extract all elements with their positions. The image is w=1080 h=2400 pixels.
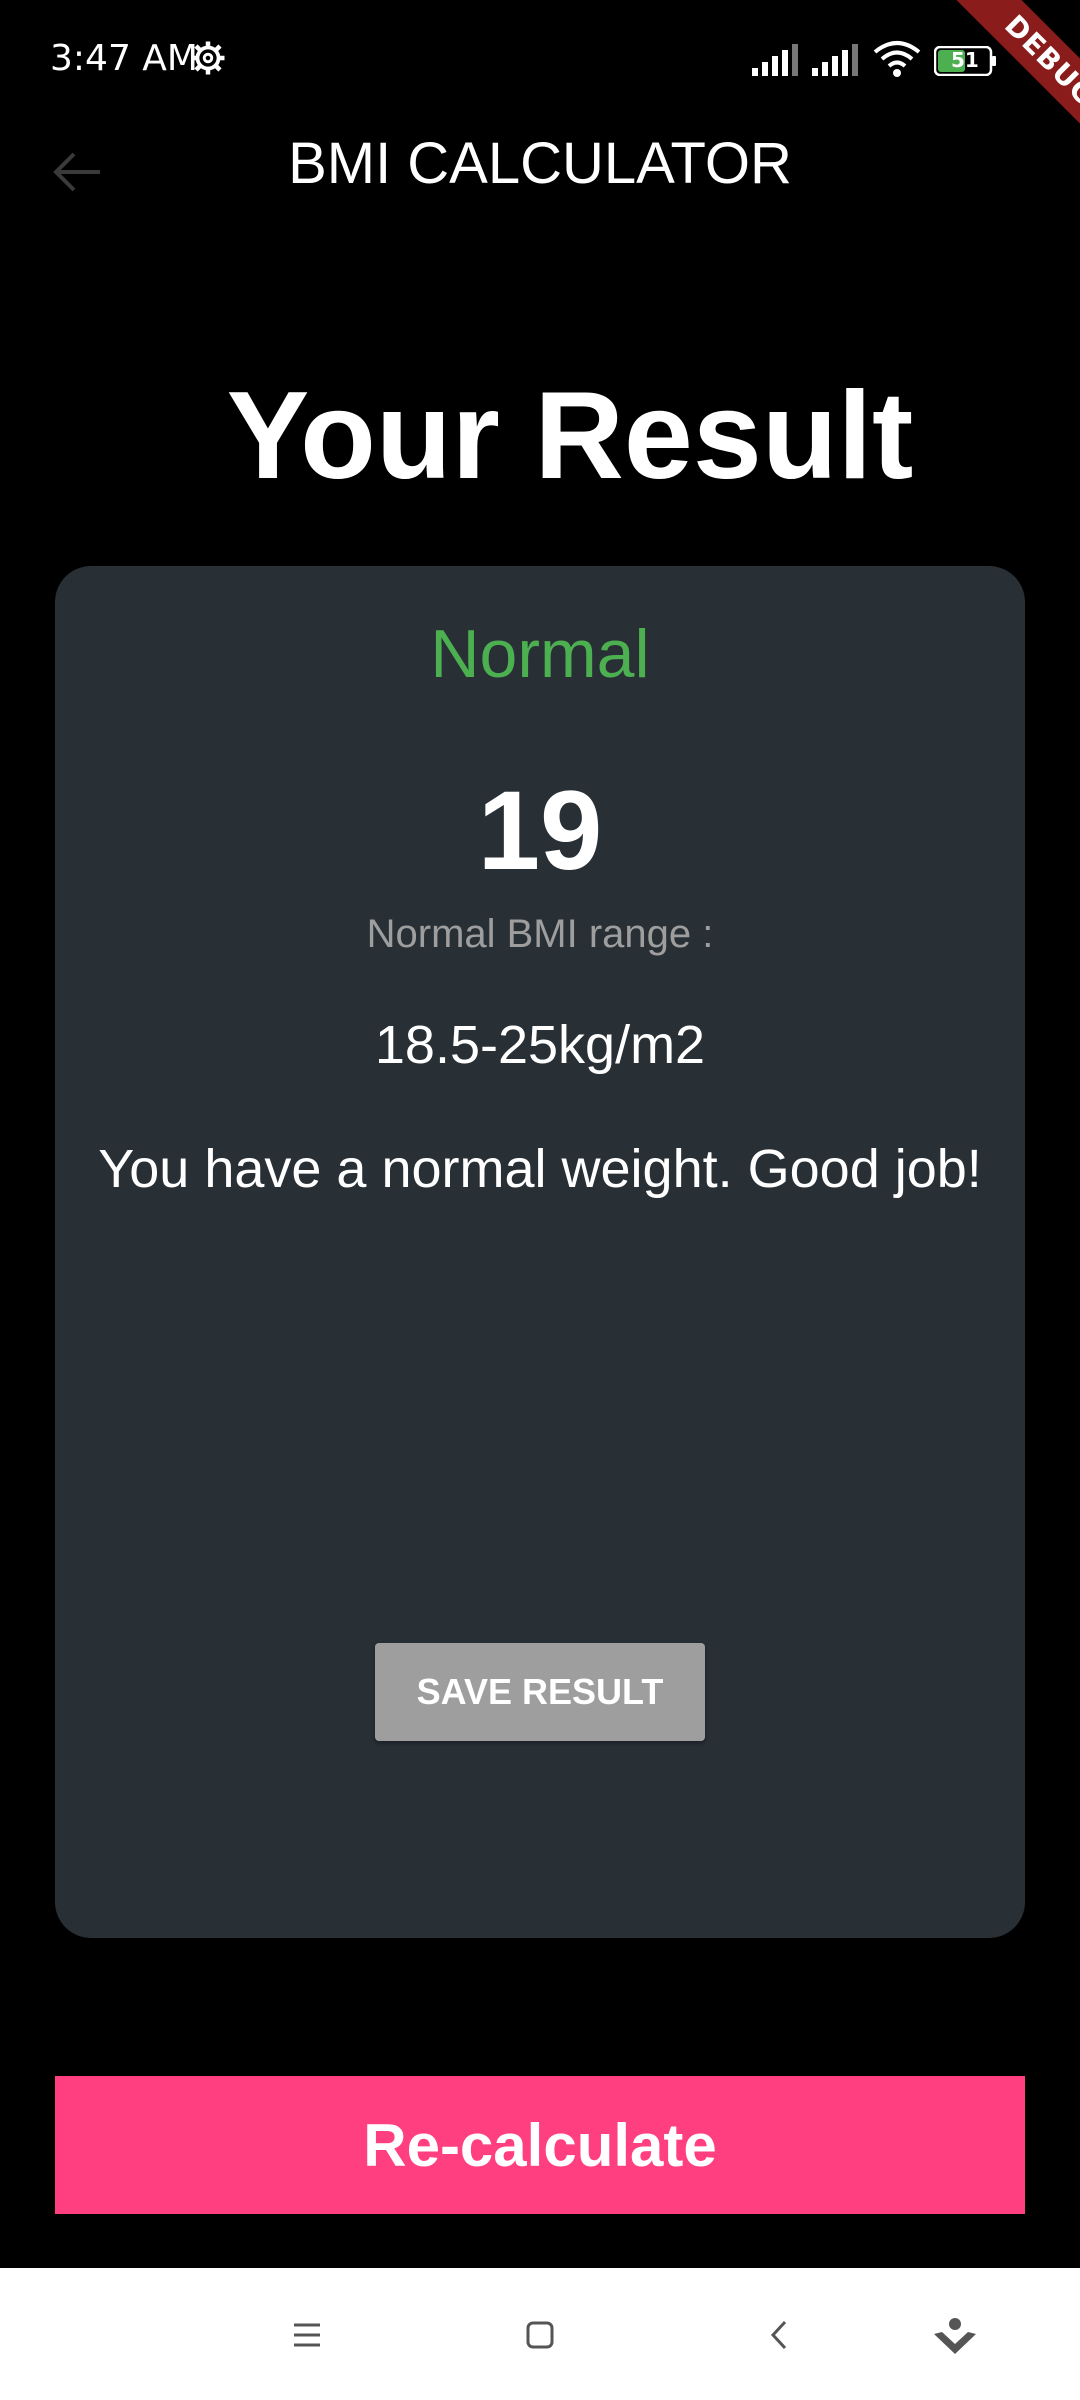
settings-gear-icon xyxy=(191,41,225,75)
bmi-range-label: Normal BMI range : xyxy=(366,912,714,956)
recalculate-button[interactable]: Re-calculate xyxy=(55,2076,1025,2214)
assistant-icon[interactable] xyxy=(930,2310,980,2360)
bmi-message: You have a normal weight. Good job! xyxy=(98,1139,982,1199)
result-heading: Your Result xyxy=(226,367,914,505)
wifi-icon xyxy=(873,41,921,77)
status-time: 3:47 AM xyxy=(50,38,198,79)
cellular-signal-2-icon xyxy=(812,44,858,76)
back-icon[interactable] xyxy=(755,2310,805,2360)
status-bar: 3:47 AM 51 DEBUG xyxy=(0,0,1080,184)
bmi-value: 19 xyxy=(477,768,603,893)
home-icon[interactable] xyxy=(515,2310,565,2360)
save-result-button[interactable]: SAVE RESULT xyxy=(375,1643,705,1741)
bmi-status-label: Normal xyxy=(430,616,650,692)
bmi-range-value: 18.5-25kg/m2 xyxy=(374,1015,706,1075)
battery-level: 51 xyxy=(951,48,979,72)
menu-icon[interactable] xyxy=(282,2310,332,2360)
cellular-signal-icon xyxy=(752,44,798,76)
app-title: BMI CALCULATOR xyxy=(288,131,792,196)
